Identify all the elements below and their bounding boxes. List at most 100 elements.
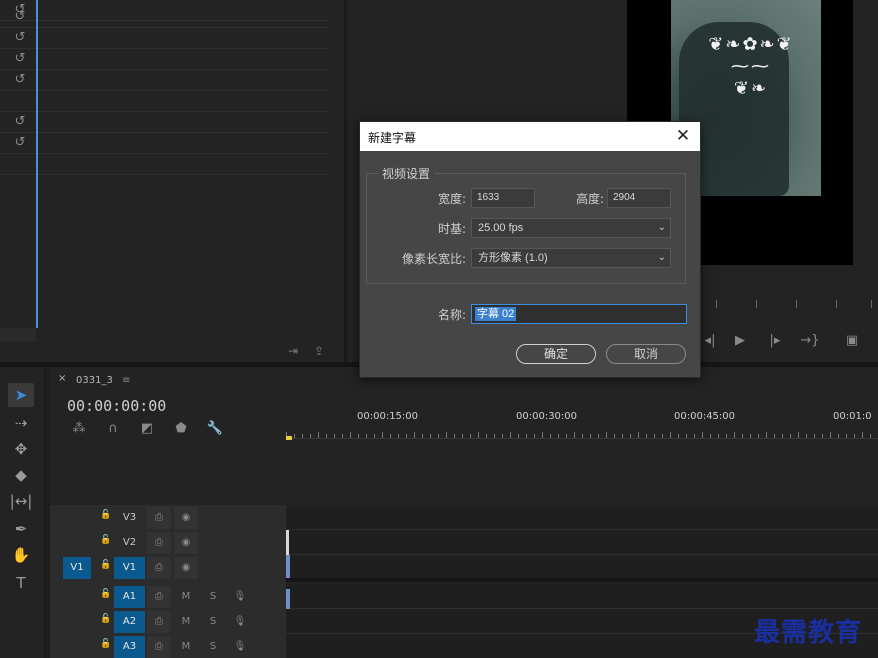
track-name[interactable]: A1 [114,586,145,608]
mic-icon[interactable]: 🎙 [228,611,252,633]
close-tab-icon[interactable]: × [58,373,66,384]
track-v3: 🔓 V3 ⎙ ◉ [50,505,878,530]
ruler-tick [734,432,735,438]
ruler-label: 00:00:45:00 [674,411,736,422]
export-icon[interactable]: ⇪ [310,344,328,358]
reset-icon[interactable]: ↺ [12,72,28,88]
eye-icon[interactable]: ◉ [174,507,198,529]
ruler-tick [670,432,671,438]
source-patch-v1[interactable]: V1 [63,557,91,579]
track-name[interactable]: A3 [114,636,145,658]
track-select-icon[interactable]: ⇢ [8,411,34,435]
mute-button[interactable]: M [174,611,198,633]
track-name[interactable]: V1 [114,557,145,579]
sync-lock-icon[interactable]: ⎙ [147,507,171,529]
clip[interactable] [286,555,290,580]
ruler-tick [318,432,319,438]
mute-button[interactable]: M [174,636,198,658]
ruler-tick [454,434,455,438]
ruler-tick [414,432,415,438]
timebase-select[interactable]: 25.00 fps ⌄ [471,218,671,238]
pixel-aspect-label: 像素长宽比: [401,252,466,266]
name-input[interactable]: 字幕 02 [471,304,687,324]
mute-button[interactable]: M [174,586,198,608]
type-tool-icon[interactable]: T [8,571,34,595]
track-lane[interactable] [286,530,878,555]
timeline-ruler[interactable]: 00:00:15:00 00:00:30:00 00:00:45:00 00:0… [286,407,878,439]
marker-icon[interactable]: ⬟ [172,421,190,437]
lock-icon[interactable]: 🔓 [100,535,111,545]
selection-tool-icon[interactable]: ➤ [8,383,34,407]
reset-icon[interactable]: ↺ [12,30,28,46]
settings-wrench-icon[interactable]: 🔧 [206,421,224,437]
track-name[interactable]: V2 [114,532,145,554]
playhead-timecode[interactable]: 00:00:00:00 [67,397,166,415]
linked-select-icon[interactable]: ◩ [138,421,156,437]
step-forward-icon[interactable]: |▸ [765,332,785,350]
reset-icon[interactable]: ↺ [12,114,28,130]
lock-icon[interactable]: 🔓 [100,639,111,649]
razor-icon[interactable]: ◆ [8,463,34,487]
sync-lock-icon[interactable]: ⎙ [147,611,171,633]
ruler-tick [654,434,655,438]
export-frame-icon[interactable]: ▣ [842,332,862,350]
step-back-icon[interactable]: ◂| [700,332,720,350]
track-name[interactable]: V3 [114,507,145,529]
ruler-label: 00:00:15:00 [357,411,419,422]
ruler-tick [494,434,495,438]
cancel-button[interactable]: 取消 [606,344,686,364]
track-a1: 🔓 A1 ⎙ M S 🎙 [50,584,878,609]
sync-lock-icon[interactable]: ⎙ [147,636,171,658]
ruler-tick [294,434,295,438]
lock-icon[interactable]: 🔓 [100,589,111,599]
eye-icon[interactable]: ◉ [174,557,198,579]
ruler-tick [598,434,599,438]
ornament-graphic: ❦❧✿❧❦ ⁓⁓ ❦❧ [708,34,794,99]
solo-button[interactable]: S [201,611,225,633]
video-audio-divider[interactable] [286,578,878,582]
lock-icon[interactable]: 🔓 [100,560,111,570]
solo-button[interactable]: S [201,636,225,658]
ruler-tick [774,434,775,438]
insert-icon[interactable]: ⇥ [284,344,302,358]
snap-icon[interactable]: ∩ [104,421,122,437]
sequence-tab[interactable]: 0331_3 [76,373,113,389]
ruler-tick [326,434,327,438]
lock-icon[interactable]: 🔓 [100,510,111,520]
play-icon[interactable]: ▶ [730,332,750,350]
pen-icon[interactable]: ✒ [8,517,34,541]
effects-scrollbar[interactable] [0,328,36,342]
mic-icon[interactable]: 🎙 [228,586,252,608]
eye-icon[interactable]: ◉ [174,532,198,554]
close-icon[interactable]: ✕ [674,126,692,146]
panel-menu-icon[interactable]: ≡ [122,373,130,389]
sync-lock-icon[interactable]: ⎙ [147,557,171,579]
sync-lock-icon[interactable]: ⎙ [147,586,171,608]
lock-icon[interactable]: 🔓 [100,614,111,624]
ruler-tick [334,434,335,438]
nest-icon[interactable]: ⁂ [70,421,88,437]
reset-icon[interactable]: ↺ [12,135,28,151]
pixel-aspect-select[interactable]: 方形像素 (1.0) ⌄ [471,248,671,268]
sync-lock-icon[interactable]: ⎙ [147,532,171,554]
track-name[interactable]: A2 [114,611,145,633]
solo-button[interactable]: S [201,586,225,608]
height-field[interactable]: 2904 [607,188,671,208]
slip-icon[interactable]: |↔| [8,489,34,513]
hand-icon[interactable]: ✋ [8,543,34,567]
program-ruler[interactable] [706,296,876,310]
go-to-out-icon[interactable]: →} [800,332,820,350]
mic-icon[interactable]: 🎙 [228,636,252,658]
ruler-tick [486,434,487,438]
width-field[interactable]: 1633 [471,188,535,208]
track-lane[interactable] [286,555,878,580]
track-lane[interactable] [286,584,878,609]
playhead-marker[interactable] [286,436,292,440]
ruler-tick [526,434,527,438]
audio-clip[interactable] [286,589,290,609]
track-lane[interactable] [286,505,878,530]
reset-icon[interactable]: ↺ [12,51,28,67]
ok-button[interactable]: 确定 [516,344,596,364]
reset-icon[interactable]: ↺ [12,9,28,25]
ripple-edit-icon[interactable]: ✥ [8,437,34,461]
